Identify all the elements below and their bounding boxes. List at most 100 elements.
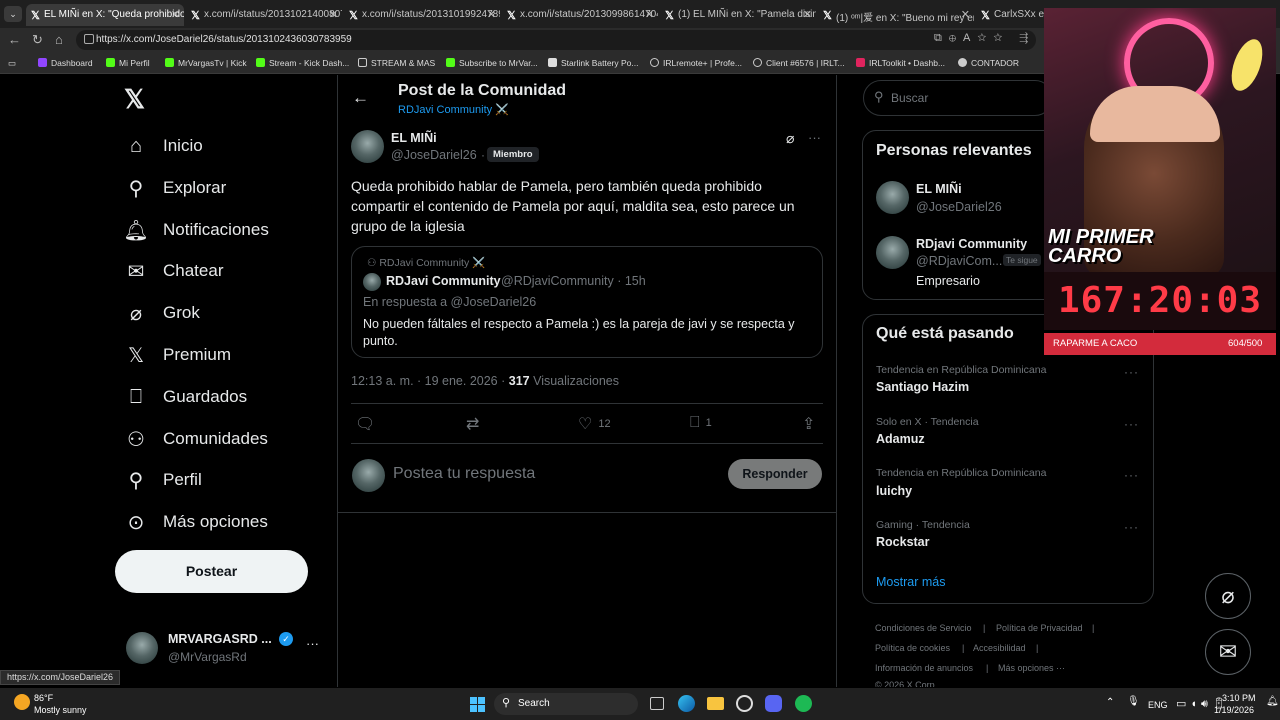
browser-tab[interactable]: 𝕏 CarlxSXx en X: [976, 4, 1046, 26]
bookmark-item[interactable]: IRLremote+ | Profe...: [650, 58, 742, 68]
task-view-icon[interactable]: [650, 697, 664, 710]
back-arrow-icon[interactable]: ←: [352, 88, 369, 108]
reload-icon[interactable]: ↻: [32, 32, 43, 48]
browser-tab[interactable]: 𝕏 (1) ᵒᵐ|爱 en X: "Bueno mi rey en v ✕: [818, 4, 974, 26]
nav-item-comunidades[interactable]: ⚇ Comunidades: [125, 424, 268, 454]
bookmark-item[interactable]: Subscribe to MrVar...: [446, 58, 538, 68]
back-icon[interactable]: ←: [8, 32, 21, 47]
footer-link[interactable]: Más opciones ···: [998, 663, 1065, 673]
repost-button[interactable]: ⇄: [466, 414, 485, 434]
browser-tab[interactable]: 𝕏x.com/i/status/201310214008073 ✕: [186, 4, 342, 26]
nav-item-inicio[interactable]: ⌂ Inicio: [125, 131, 203, 161]
trend-item[interactable]: luichy: [876, 484, 912, 498]
quote-community: ⚇ RDJavi Community ⚔️: [367, 256, 485, 269]
bookmark-item[interactable]: Stream - Kick Dash...: [256, 58, 349, 68]
show-more-link[interactable]: Mostrar más: [876, 575, 945, 589]
trend-item[interactable]: Santiago Hazim: [876, 380, 969, 394]
reply-submit-button[interactable]: Responder: [728, 459, 822, 489]
person-name[interactable]: EL MIÑi: [916, 182, 962, 196]
bookmark-item[interactable]: Starlink Battery Po...: [548, 58, 638, 68]
footer-link[interactable]: Condiciones de Servicio: [875, 623, 972, 633]
browser-tab[interactable]: 𝕏 EL MIÑi en X: "Queda prohibido h ✕: [26, 4, 184, 26]
tab-list-button[interactable]: ⌄: [4, 6, 22, 22]
person-name[interactable]: RDjavi Community: [916, 237, 1027, 251]
community-link[interactable]: RDJavi Community ⚔️: [398, 103, 509, 116]
close-tab-icon[interactable]: ✕: [645, 8, 654, 21]
grok-fab[interactable]: ⌀: [1205, 573, 1251, 619]
grok-explain-icon[interactable]: ⌀: [786, 130, 794, 147]
author-avatar[interactable]: [351, 130, 384, 163]
author-name[interactable]: EL MIÑi: [391, 131, 437, 145]
bookmark-item[interactable]: MrVargasTv | Kick: [165, 58, 247, 68]
weather-temp[interactable]: 86°F: [34, 693, 53, 703]
start-button[interactable]: [470, 697, 485, 712]
account-switcher[interactable]: MRVARGASRD ... ✓ @MrVargasRd ···: [120, 626, 330, 672]
post-more-icon[interactable]: ···: [808, 130, 821, 145]
bookmark-item[interactable]: STREAM & MAS: [358, 58, 435, 68]
post-button[interactable]: Postear: [115, 550, 308, 593]
footer-separator: |: [962, 643, 965, 653]
browser-tab[interactable]: 𝕏x.com/i/status/201310199247899 ✕: [344, 4, 500, 26]
reply-button[interactable]: 🗨︎: [355, 414, 381, 434]
file-explorer-icon[interactable]: [707, 697, 724, 710]
x-logo-icon[interactable]: 𝕏: [124, 84, 145, 115]
quoted-post[interactable]: ⚇ RDJavi Community ⚔️ RDJavi Community @…: [351, 246, 823, 358]
bookmark-button[interactable]: ⎕ 1: [690, 414, 712, 432]
like-button[interactable]: ♡ 12: [578, 414, 611, 434]
nav-item-guardados[interactable]: ⎕ Guardados: [125, 382, 247, 412]
close-tab-icon[interactable]: ✕: [487, 8, 496, 21]
nav-item-premium[interactable]: 𝕏 Premium: [125, 340, 231, 370]
browser-tab[interactable]: 𝕏x.com/i/status/201309986147049 ✕: [502, 4, 658, 26]
search-input[interactable]: Buscar: [863, 80, 1053, 116]
person-avatar[interactable]: [876, 236, 909, 269]
edge-icon[interactable]: [678, 695, 695, 712]
trend-more-icon[interactable]: ···: [1124, 468, 1139, 482]
close-tab-icon[interactable]: ✕: [329, 8, 338, 21]
nav-item-explorar[interactable]: ⚲ Explorar: [125, 173, 227, 203]
microphone-icon[interactable]: 🎙︎: [1127, 696, 1140, 707]
account-more-icon[interactable]: ···: [306, 636, 319, 651]
spotify-icon[interactable]: [795, 695, 812, 712]
trend-item[interactable]: Rockstar: [876, 535, 930, 549]
home-browser-icon[interactable]: ⌂: [55, 32, 63, 47]
close-tab-icon[interactable]: ✕: [961, 8, 970, 21]
reply-input[interactable]: Postea tu respuesta: [393, 465, 713, 483]
weather-icon[interactable]: [14, 694, 30, 710]
trend-more-icon[interactable]: ···: [1124, 520, 1139, 534]
site-info-icon[interactable]: [84, 34, 94, 44]
nav-item-notificaciones[interactable]: 🔔︎ Notificaciones: [123, 215, 269, 245]
footer-link[interactable]: Política de Privacidad: [996, 623, 1083, 633]
nav-item-grok[interactable]: ⌀ Grok: [125, 298, 200, 328]
footer-link[interactable]: Política de cookies: [875, 643, 950, 653]
bookmark-item[interactable]: IRLToolkit • Dashb...: [856, 58, 945, 68]
footer-link[interactable]: Información de anuncios: [875, 663, 973, 673]
bookmark-apps-icon[interactable]: ▭: [8, 58, 16, 69]
discord-icon[interactable]: [765, 695, 782, 712]
footer-link[interactable]: Accesibilidad: [973, 643, 1026, 653]
author-handle[interactable]: @JoseDariel26: [391, 148, 477, 162]
share-button[interactable]: ⇪: [802, 414, 821, 434]
notifications-icon[interactable]: 🔔︎: [1266, 696, 1279, 707]
close-tab-icon[interactable]: ✕: [171, 8, 180, 21]
bookmark-item[interactable]: Dashboard: [38, 58, 93, 68]
bookmark-item[interactable]: Client #6576 | IRLT...: [753, 58, 845, 68]
clock-time[interactable]: 3:10 PM: [1222, 693, 1256, 703]
nav-item-mas-opciones[interactable]: ⊙ Más opciones: [125, 507, 268, 537]
trend-more-icon[interactable]: ···: [1124, 365, 1139, 379]
bookmark-item[interactable]: CONTADOR: [958, 58, 1019, 68]
clock-date[interactable]: 1/19/2026: [1214, 705, 1254, 715]
tray-chevron-icon[interactable]: ⌃: [1106, 697, 1114, 708]
trend-item[interactable]: Adamuz: [876, 432, 925, 446]
language-indicator[interactable]: ENG: [1148, 700, 1168, 710]
obs-icon[interactable]: [736, 695, 753, 712]
nav-item-chatear[interactable]: ✉ Chatear: [125, 256, 224, 286]
taskbar-search[interactable]: Search: [494, 693, 638, 715]
trend-more-icon[interactable]: ···: [1124, 417, 1139, 431]
browser-tab[interactable]: 𝕏 (1) EL MIÑi en X: "Pamela disimul ✕: [660, 4, 816, 26]
messages-fab[interactable]: ✉: [1205, 629, 1251, 675]
bookmark-item[interactable]: Mi Perfil: [106, 58, 150, 68]
person-avatar[interactable]: [876, 181, 909, 214]
close-tab-icon[interactable]: ✕: [803, 8, 812, 21]
nav-item-perfil[interactable]: ⚲ Perfil: [125, 465, 202, 495]
url-field[interactable]: https://x.com/JoseDariel26/status/201310…: [76, 30, 1036, 50]
